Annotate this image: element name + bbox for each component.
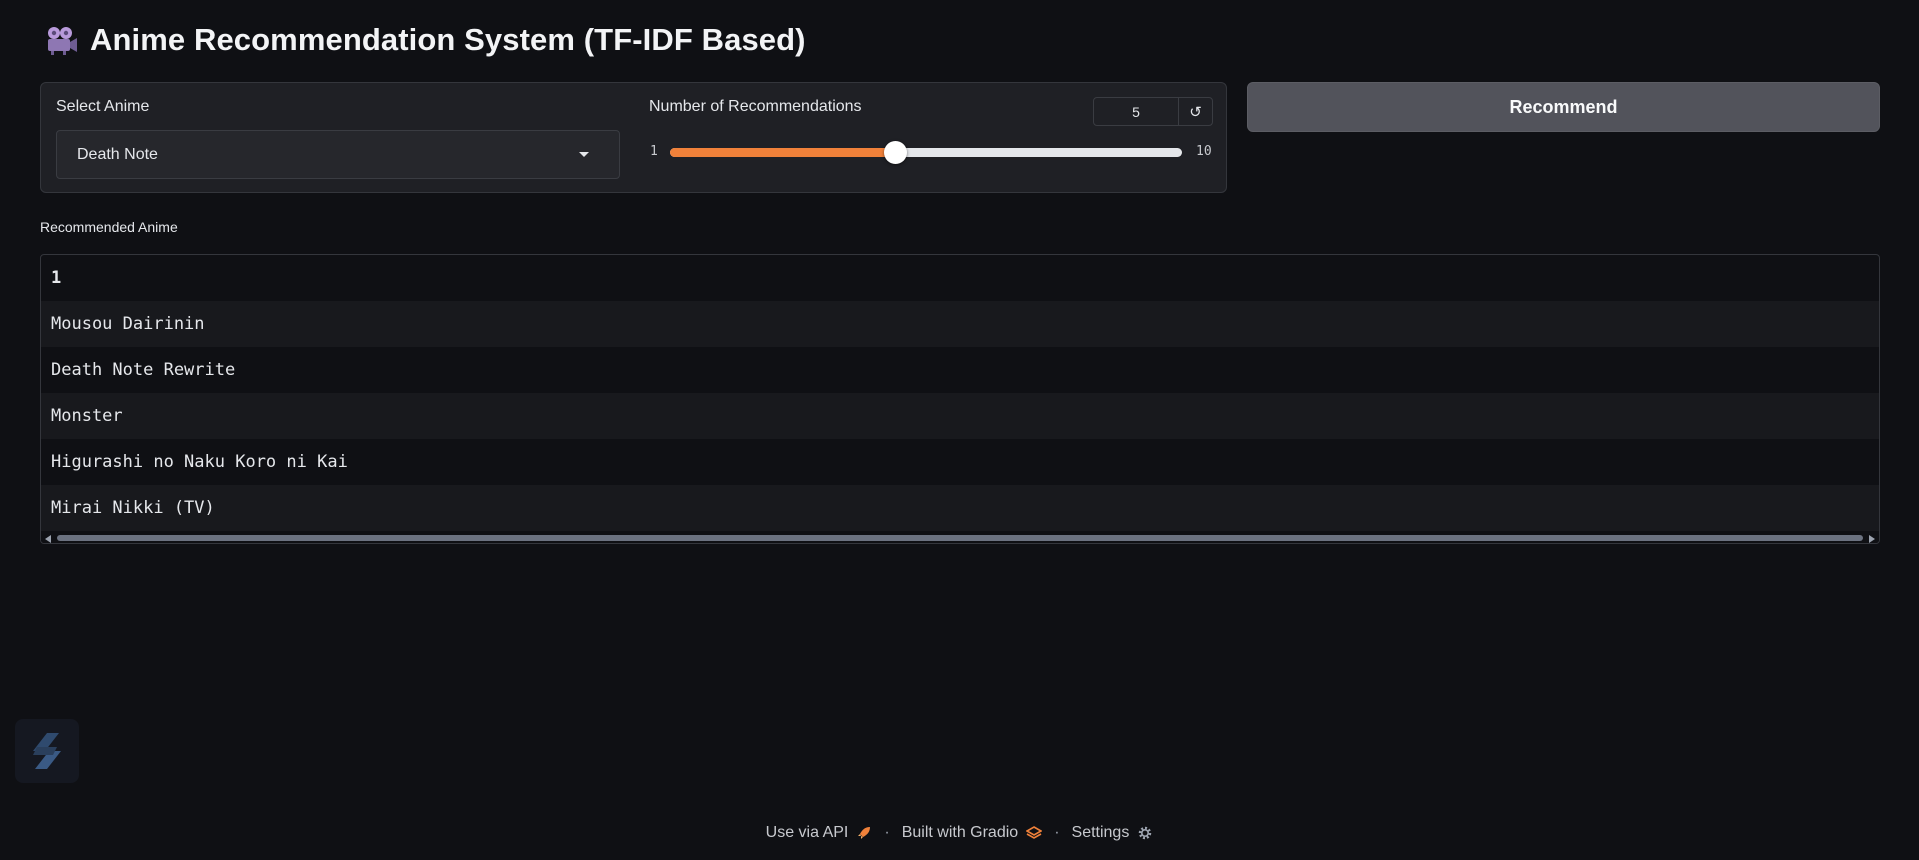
table-row: Mousou Dairinin	[41, 301, 1879, 347]
chevron-down-icon	[579, 152, 589, 157]
recommend-button[interactable]: Recommend	[1247, 82, 1880, 132]
settings-label: Settings	[1071, 824, 1130, 841]
built-with-gradio-label: Built with Gradio	[901, 824, 1019, 841]
use-via-api-link[interactable]: Use via API	[766, 824, 873, 842]
gradio-logo-icon	[1026, 826, 1043, 839]
built-with-gradio-link[interactable]: Built with Gradio	[902, 824, 1043, 842]
scroll-left-icon[interactable]	[45, 535, 51, 543]
scrollbar-thumb[interactable]	[57, 535, 1863, 541]
reset-icon[interactable]: ↺	[1178, 97, 1213, 126]
horizontal-scrollbar[interactable]	[41, 533, 1879, 543]
anime-dropdown-value: Death Note	[77, 145, 158, 163]
gear-icon	[1139, 826, 1152, 840]
slider-max-label: 10	[1196, 144, 1212, 159]
rocket-icon	[858, 827, 871, 839]
footer-separator: ·	[1054, 824, 1060, 841]
settings-link[interactable]: Settings	[1072, 824, 1154, 842]
floating-logo[interactable]	[15, 719, 79, 783]
page-title: Anime Recommendation System (TF-IDF Base…	[90, 22, 806, 57]
footer-separator: ·	[884, 824, 890, 841]
recommendation-count-label: Number of Recommendations	[649, 98, 862, 115]
output-label: Recommended Anime	[40, 219, 178, 235]
slider-min-label: 1	[650, 144, 658, 159]
select-anime-label: Select Anime	[56, 98, 150, 115]
footer: Use via API · Built with Gradio · Settin…	[0, 824, 1919, 842]
table-row: Monster	[41, 393, 1879, 439]
table-row: Mirai Nikki (TV)	[41, 485, 1879, 531]
input-panel: Select Anime Death Note Number of Recomm…	[40, 82, 1227, 193]
scroll-right-icon[interactable]	[1869, 535, 1875, 543]
slider-thumb[interactable]	[884, 141, 908, 164]
recommendation-slider[interactable]	[670, 141, 1182, 164]
anime-dropdown[interactable]: Death Note	[56, 130, 620, 179]
title-row: Anime Recommendation System (TF-IDF Base…	[44, 22, 806, 58]
table-row: Death Note Rewrite	[51, 360, 236, 380]
use-via-api-label: Use via API	[765, 824, 849, 841]
table-row: Higurashi no Naku Koro ni Kai	[51, 452, 348, 472]
slider-fill	[670, 148, 896, 157]
s-logo-icon	[33, 733, 61, 769]
recommendation-count-input[interactable]: 5	[1093, 97, 1179, 126]
recommendations-output: 1 Mousou Dairinin Death Note Rewrite Mon…	[40, 254, 1880, 544]
table-header: 1	[51, 268, 62, 288]
movie-camera-icon	[44, 22, 80, 58]
